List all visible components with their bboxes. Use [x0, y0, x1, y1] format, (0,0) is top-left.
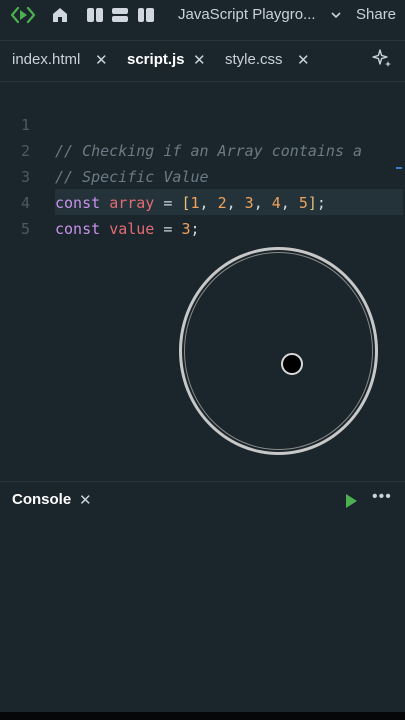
top-bar: JavaScript Playgro... Share [0, 0, 405, 32]
code-statement: const value = 3; [55, 216, 200, 242]
code-line[interactable]: 1 // Checking if an Array contains a [0, 86, 405, 160]
line-number: 5 [20, 220, 30, 238]
file-tabs: index.html ✕ script.js ✕ style.css ✕ [0, 40, 405, 82]
project-title[interactable]: JavaScript Playgro... [178, 6, 316, 23]
console-header: Console ✕ ••• [0, 481, 405, 518]
tab-index-html-close-icon[interactable]: ✕ [95, 51, 108, 69]
home-icon[interactable] [51, 5, 69, 25]
layout-split-horizontal-icon[interactable] [111, 5, 129, 25]
keyword: const [55, 220, 101, 238]
console-tab[interactable]: Console [12, 491, 71, 508]
console-close-icon[interactable]: ✕ [79, 491, 92, 509]
touch-point [281, 353, 303, 375]
variable-name: value [109, 220, 155, 238]
tab-script-js-close-icon[interactable]: ✕ [193, 51, 206, 69]
bottom-edge [0, 712, 405, 720]
semicolon: ; [190, 220, 200, 238]
code-line[interactable]: 3 const array = [1, 2, 3, 4, 5]; [0, 138, 405, 212]
touch-indicator-ring [179, 247, 378, 455]
ai-sparkle-icon[interactable] [371, 48, 393, 75]
share-button[interactable]: Share [356, 6, 396, 23]
chevron-down-icon[interactable] [330, 6, 342, 31]
code-line[interactable]: 5 [0, 190, 405, 238]
layout-sidebar-icon[interactable] [137, 5, 155, 25]
operator: = [163, 220, 173, 238]
code-line[interactable]: 4 const value = 3; [0, 164, 405, 238]
more-options-icon[interactable]: ••• [372, 488, 392, 506]
code-line[interactable]: 2 // Specific Value [0, 112, 405, 186]
tab-style-css-close-icon[interactable]: ✕ [297, 51, 310, 69]
tab-index-html[interactable]: index.html [12, 51, 80, 68]
run-play-icon[interactable] [346, 494, 357, 508]
console-output [0, 518, 405, 712]
tab-script-js[interactable]: script.js [127, 51, 185, 68]
layout-split-vertical-icon[interactable] [86, 5, 104, 25]
tab-style-css[interactable]: style.css [225, 51, 283, 68]
playground-logo-icon[interactable] [10, 5, 36, 25]
